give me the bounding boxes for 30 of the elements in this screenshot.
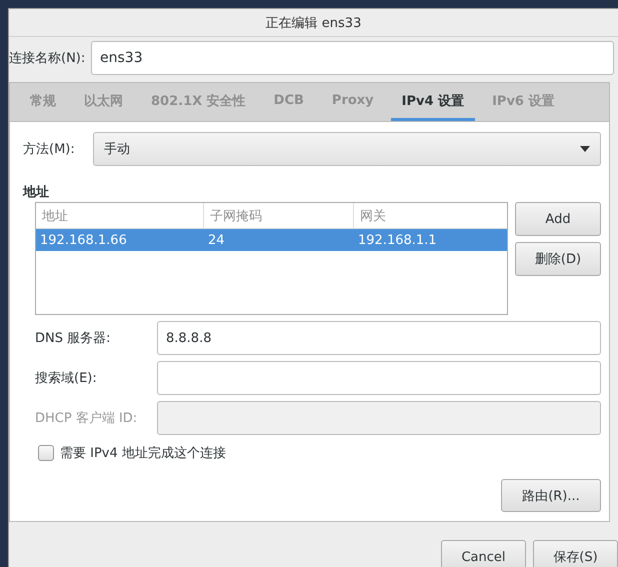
checkbox[interactable] [38,445,54,461]
table-action-button[interactable]: 删除(D) [515,242,601,276]
table-row[interactable]: 192.168.1.66 24 192.168.1.1 [36,229,507,251]
field-label: DNS 服务器: [35,330,112,347]
field-label: DHCP 客户端 ID: [35,410,138,427]
table-action-button[interactable]: Add [515,202,601,236]
input-field[interactable]: 8.8.8.8 [157,321,601,355]
routes-button[interactable]: 路由(R)... [501,479,601,512]
tab[interactable]: DCB [262,83,315,121]
tab[interactable]: Proxy [320,83,385,121]
column-header[interactable]: 网关 [354,203,507,229]
dialog-button[interactable]: Cancel [441,540,526,567]
field-label: 方法(M): [23,141,76,158]
field-label: 搜索域(E): [35,370,98,387]
table-cell-text: 24 [207,232,226,248]
tab[interactable]: IPv6 设置 [481,83,566,121]
input-field[interactable] [157,361,601,395]
checkbox-label: 需要 IPv4 地址完成这个连接 [60,445,226,462]
caret-icon [580,146,590,152]
field-label: 连接名称(N): [9,50,86,67]
name-field[interactable]: ens33 [91,41,614,75]
tab[interactable]: 常规 [19,83,67,121]
table-cell-text: 192.168.1.1 [357,232,438,248]
tab[interactable]: 802.1X 安全性 [140,83,257,121]
dialog-button[interactable]: 保存(S) [533,540,618,567]
table-cell-text: 192.168.1.66 [39,232,128,248]
tab[interactable]: 以太网 [73,83,134,121]
method-dropdown[interactable]: 手动 [93,132,601,166]
window-title: 正在编辑 ens33 [266,14,362,32]
section-heading: 地址 [23,184,50,200]
